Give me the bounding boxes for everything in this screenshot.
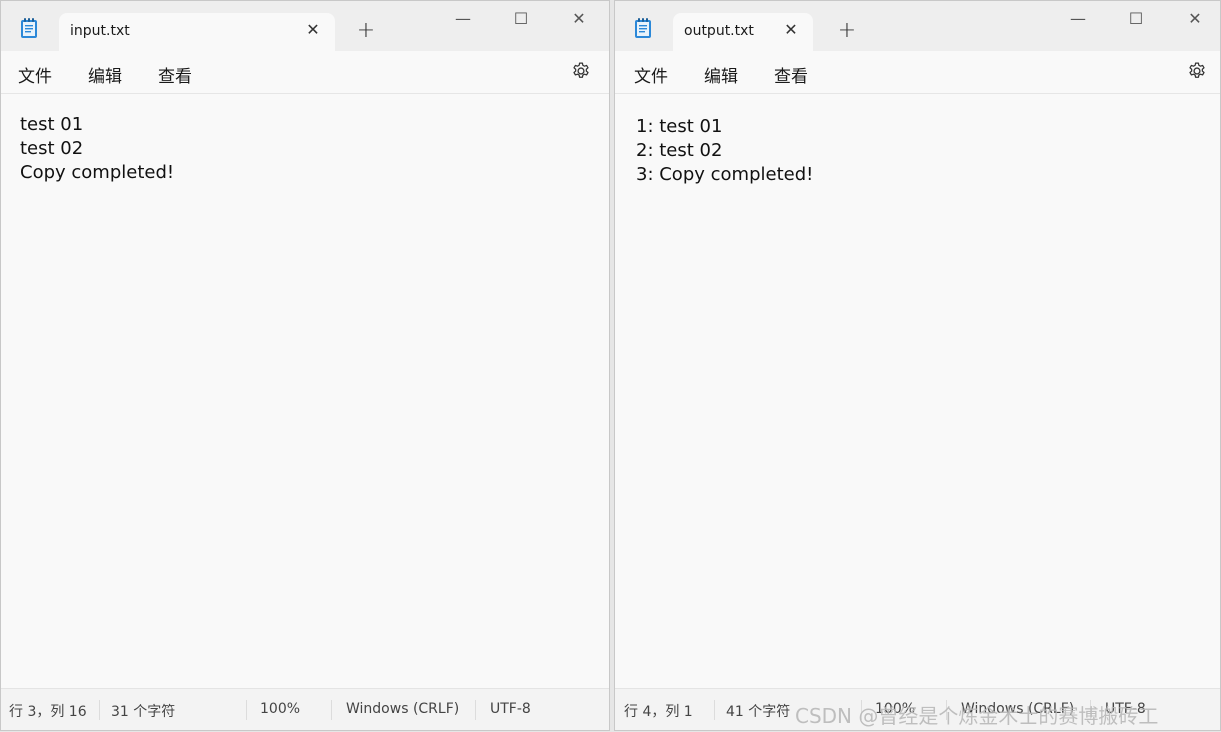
text-editor[interactable]: test 01 test 02 Copy completed! [1,94,609,689]
cursor-position: 行 4，列 1 [624,704,693,720]
text-line: 2: test 02 [636,140,723,161]
menu-file[interactable]: 文件 [634,62,668,87]
close-tab-icon[interactable]: ✕ [783,22,799,38]
zoom-level[interactable]: 100% [875,701,915,717]
status-divider [246,700,247,720]
notepad-window-output: output.txt ✕ + — ☐ ✕ 文件 编辑 查看 1: test 01… [614,0,1221,731]
menu-edit[interactable]: 编辑 [704,62,738,87]
notepad-app-icon [21,18,37,38]
char-count: 31 个字符 [111,704,176,720]
status-bar: 行 3，列 16 31 个字符 100% Windows (CRLF) UTF-… [1,688,609,730]
line-ending[interactable]: Windows (CRLF) [961,701,1074,717]
status-divider [861,700,862,720]
text-line: 3: Copy completed! [636,164,814,185]
text-line: test 02 [20,138,84,159]
cursor-position: 行 3，列 16 [9,704,87,720]
status-divider [331,700,332,720]
menu-view[interactable]: 查看 [158,62,192,87]
menu-file[interactable]: 文件 [18,62,52,87]
tab-title: input.txt [70,23,130,39]
status-bar: 行 4，列 1 41 个字符 100% Windows (CRLF) UTF-8 [615,688,1220,730]
line-ending[interactable]: Windows (CRLF) [346,701,459,717]
text-line: test 01 [20,114,84,135]
status-divider [1090,700,1091,720]
text-line: 1: test 01 [636,116,723,137]
settings-gear-icon[interactable] [1187,61,1207,81]
menu-edit[interactable]: 编辑 [88,62,122,87]
settings-gear-icon[interactable] [571,61,591,81]
maximize-icon[interactable]: ☐ [506,7,536,31]
title-bar[interactable]: output.txt ✕ + — ☐ ✕ [615,1,1220,51]
minimize-icon[interactable]: — [448,7,478,31]
minimize-icon[interactable]: — [1063,7,1093,31]
encoding[interactable]: UTF-8 [1105,701,1146,717]
text-editor[interactable]: 1: test 01 2: test 02 3: Copy completed! [615,94,1220,689]
status-divider [946,700,947,720]
close-window-icon[interactable]: ✕ [564,7,594,31]
title-bar[interactable]: input.txt ✕ + — ☐ ✕ [1,1,609,51]
status-divider [714,700,715,720]
tab-input-txt[interactable]: input.txt ✕ [59,13,335,51]
tab-output-txt[interactable]: output.txt ✕ [673,13,813,51]
notepad-app-icon [635,18,651,38]
zoom-level[interactable]: 100% [260,701,300,717]
close-window-icon[interactable]: ✕ [1180,7,1210,31]
notepad-window-input: input.txt ✕ + — ☐ ✕ 文件 编辑 查看 test 01 tes… [0,0,610,731]
menu-view[interactable]: 查看 [774,62,808,87]
text-line: Copy completed! [20,162,175,183]
status-divider [99,700,100,720]
menu-bar: 文件 编辑 查看 [615,51,1220,94]
menu-bar: 文件 编辑 查看 [1,51,609,94]
tab-title: output.txt [684,23,754,39]
close-tab-icon[interactable]: ✕ [305,22,321,38]
maximize-icon[interactable]: ☐ [1121,7,1151,31]
new-tab-icon[interactable]: + [835,19,859,43]
char-count: 41 个字符 [726,704,791,720]
encoding[interactable]: UTF-8 [490,701,531,717]
new-tab-icon[interactable]: + [354,19,378,43]
status-divider [475,700,476,720]
